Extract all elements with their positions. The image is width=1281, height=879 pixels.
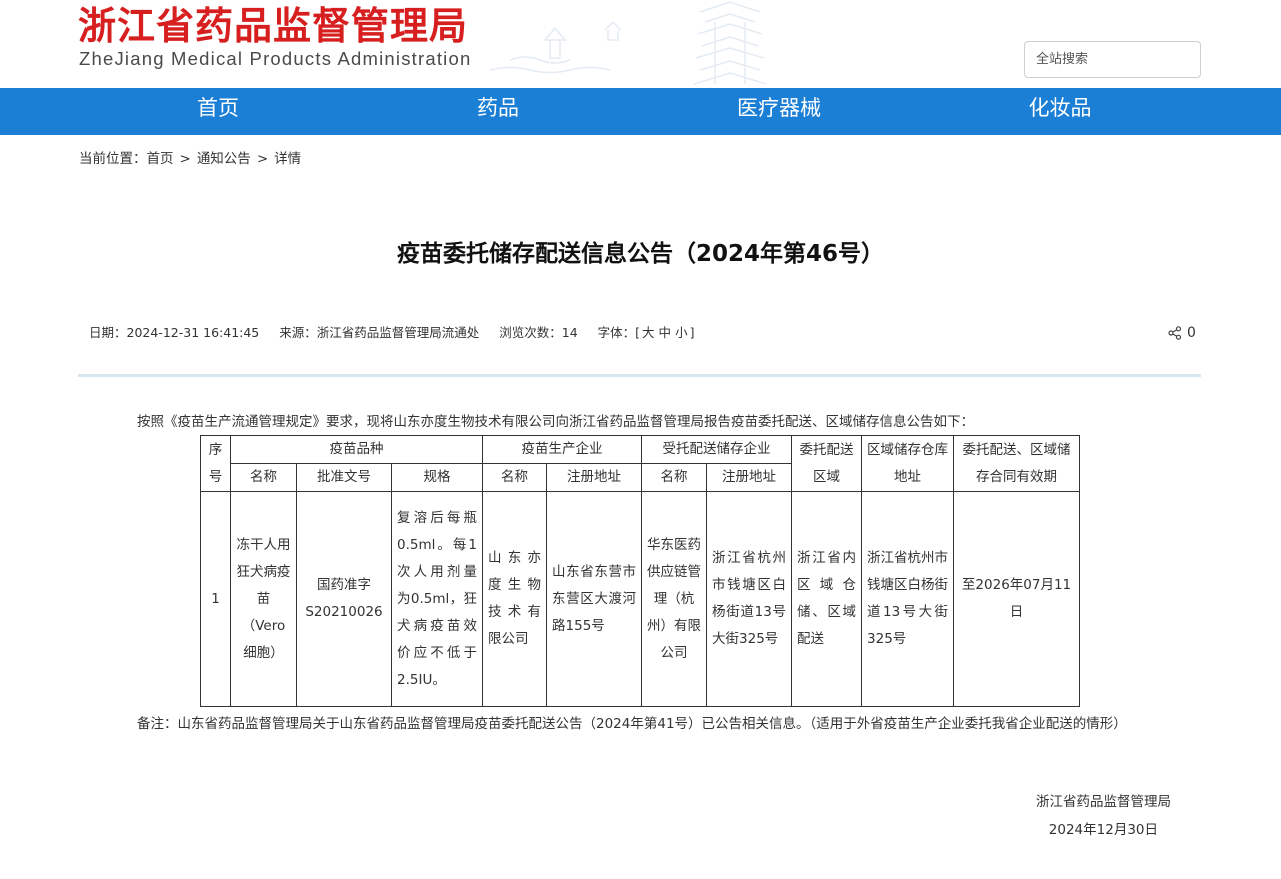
site-header: 浙江省药品监督管理局 ZheJiang Medical Products Adm… — [0, 0, 1281, 88]
cell-spec: 复溶后每瓶0.5ml。每1次人用剂量为0.5ml，狂犬病疫苗效价应不低于2.5I… — [390, 491, 484, 707]
header-producer-name: 名称 — [482, 463, 548, 492]
breadcrumb: 当前位置：首页 > 通知公告 > 详情 — [79, 149, 301, 169]
site-title[interactable]: 浙江省药品监督管理局 — [78, 4, 468, 48]
cell-delivery-area: 浙江省内区域仓储、区域配送 — [791, 491, 863, 707]
header-storage-company: 受托配送储存企业 — [641, 435, 793, 464]
article-title: 疫苗委托储存配送信息公告（2024年第46号） — [396, 241, 885, 267]
signature-org: 浙江省药品监督管理局 — [1036, 794, 1171, 810]
nav-item-drugs[interactable]: 药品 — [438, 88, 558, 135]
breadcrumb-separator: > — [256, 151, 269, 167]
nav-item-medical-devices[interactable]: 医疗器械 — [719, 88, 839, 135]
cell-storage-address: 浙江省杭州市钱塘区白杨街道13号大街325号 — [706, 491, 793, 707]
table-row: 1 冻干人用狂犬病疫苗（Vero细胞） 国药准字S20210026 复溶后每瓶0… — [200, 491, 1081, 707]
site-search-input[interactable] — [1024, 41, 1201, 78]
divider — [78, 374, 1201, 377]
intro-paragraph: 按照《疫苗生产流通管理规定》要求，现将山东亦度生物技术有限公司向浙江省药品监督管… — [137, 414, 974, 430]
header-storage-address: 注册地址 — [706, 463, 793, 492]
site-subtitle: ZheJiang Medical Products Administration — [79, 48, 472, 69]
font-size-close: ] — [689, 325, 695, 340]
cell-vaccine-name: 冻干人用狂犬病疫苗（Vero细胞） — [230, 491, 297, 707]
header-delivery-area: 委托配送区域 — [791, 435, 863, 492]
cell-validity: 至2026年07月11日 — [953, 491, 1081, 707]
header-vaccine: 疫苗品种 — [229, 435, 484, 464]
breadcrumb-home-link[interactable]: 首页 — [147, 151, 174, 167]
nav-item-cosmetics[interactable]: 化妆品 — [1000, 88, 1120, 135]
article-meta: 日期：2024-12-31 16:41:45 来源：浙江省药品监督管理局流通处 … — [89, 323, 710, 343]
signature-date: 2024年12月30日 — [1048, 822, 1158, 838]
breadcrumb-current: 详情 — [274, 151, 302, 167]
header-seq: 序号 — [200, 435, 231, 492]
share-icon — [1168, 326, 1182, 340]
cell-storage-name: 华东医药供应链管理（杭州）有限公司 — [641, 491, 708, 707]
header-warehouse: 区域储存仓库地址 — [861, 435, 955, 492]
view-count: 浏览次数：14 — [499, 325, 578, 340]
share-button[interactable]: 0 — [1168, 323, 1196, 343]
vaccine-info-table: 序号 疫苗品种 疫苗生产企业 受托配送储存企业 委托配送区域 区域储存仓库地址 … — [200, 435, 1081, 707]
article-source: 来源：浙江省药品监督管理局流通处 — [279, 325, 480, 340]
header-validity: 委托配送、区域储存合同有效期 — [953, 435, 1081, 492]
share-count: 0 — [1187, 325, 1196, 341]
main-nav: 首页 药品 医疗器械 化妆品 — [0, 88, 1281, 135]
header-spec: 规格 — [390, 463, 484, 492]
header-vaccine-name: 名称 — [230, 463, 297, 492]
header-producer-address: 注册地址 — [546, 463, 643, 492]
header-producer: 疫苗生产企业 — [482, 435, 643, 464]
breadcrumb-notices-link[interactable]: 通知公告 — [197, 151, 251, 167]
cell-warehouse: 浙江省杭州市钱塘区白杨街道13号大街325号 — [861, 491, 955, 707]
breadcrumb-separator: > — [179, 151, 191, 167]
font-size-switcher: 字体：[大中小] — [598, 325, 695, 340]
font-size-small-link[interactable]: 小 — [673, 325, 690, 340]
font-size-medium-link[interactable]: 中 — [657, 325, 674, 340]
header-approval-no: 批准文号 — [296, 463, 392, 492]
cell-seq: 1 — [200, 491, 231, 707]
pagoda-decoration-icon — [489, 1, 767, 85]
cell-approval-no: 国药准字S20210026 — [296, 491, 392, 707]
table-header-row: 序号 疫苗品种 疫苗生产企业 受托配送储存企业 委托配送区域 区域储存仓库地址 … — [200, 435, 1081, 492]
remark-paragraph: 备注：山东省药品监督管理局关于山东省药品监督管理局疫苗委托配送公告（2024年第… — [137, 716, 1127, 732]
cell-producer-address: 山东省东营市东营区大渡河路155号 — [546, 491, 643, 707]
font-size-large-link[interactable]: 大 — [640, 325, 657, 340]
nav-item-home[interactable]: 首页 — [158, 88, 278, 135]
cell-producer-name: 山东亦度生物技术有限公司 — [482, 491, 548, 707]
font-size-label: 字体：[ — [597, 325, 641, 340]
header-storage-name: 名称 — [641, 463, 708, 492]
breadcrumb-prefix: 当前位置： — [79, 151, 147, 167]
publish-date: 日期：2024-12-31 16:41:45 — [89, 325, 260, 340]
